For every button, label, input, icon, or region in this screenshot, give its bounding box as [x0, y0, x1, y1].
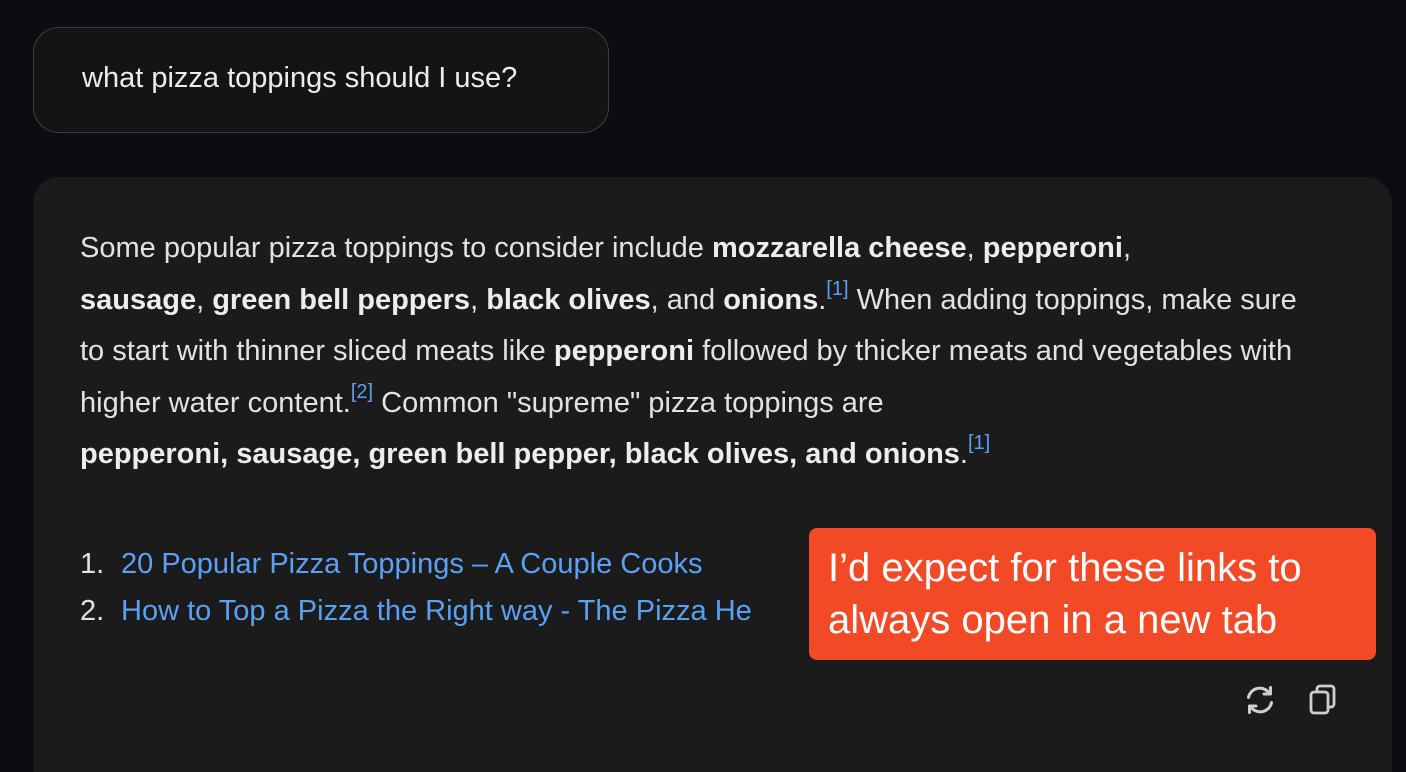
answer-text-segment: ,: [196, 283, 213, 316]
answer-paragraph: Some popular pizza toppings to consider …: [80, 223, 1320, 481]
answer-text-segment: ,: [1122, 232, 1132, 264]
user-message-text: what pizza toppings should I use?: [82, 61, 518, 94]
chat-page: what pizza toppings should I use? Some p…: [0, 0, 1406, 772]
source-item: 2. How to Top a Pizza the Right way - The…: [80, 588, 752, 635]
answer-text-segment: Common "supreme" pizza toppings are: [373, 386, 884, 419]
answer-text-segment: Some popular pizza toppings to consider …: [80, 232, 712, 264]
annotation-line-1: I’d expect for these links to: [828, 546, 1302, 590]
source-number: 2.: [80, 595, 105, 627]
answer-bold-term: sausage: [80, 283, 197, 316]
regenerate-button[interactable]: [1243, 683, 1277, 717]
citation-link-2[interactable]: [2]: [351, 381, 373, 403]
source-item: 1. 20 Popular Pizza Toppings – A Couple C…: [80, 541, 752, 588]
citation-link-1-repeat[interactable]: [1]: [968, 432, 990, 454]
answer-bold-term: pepperoni, sausage, green bell pepper, b…: [80, 438, 960, 470]
answer-text-segment: ,: [470, 283, 487, 316]
answer-text-segment: , and: [650, 283, 724, 316]
answer-bold-term: pepperoni: [982, 232, 1123, 264]
annotation-line-2: always open in a new tab: [828, 598, 1278, 642]
source-link-1[interactable]: 20 Popular Pizza Toppings – A Couple Coo…: [121, 548, 702, 580]
sources-list: 1. 20 Popular Pizza Toppings – A Couple C…: [80, 541, 752, 635]
answer-bold-term: black olives: [486, 283, 651, 316]
source-link-2[interactable]: How to Top a Pizza the Right way - The P…: [121, 595, 752, 627]
citation-link-1[interactable]: [1]: [826, 278, 848, 300]
message-actions: [1243, 683, 1340, 717]
answer-bold-term: mozzarella cheese: [711, 232, 967, 264]
user-message-bubble: what pizza toppings should I use?: [33, 27, 609, 133]
answer-bold-term: onions: [723, 283, 819, 316]
answer-text-segment: .: [959, 438, 968, 470]
source-number: 1.: [80, 548, 105, 580]
answer-card: Some popular pizza toppings to consider …: [33, 177, 1392, 772]
copy-icon: [1309, 684, 1336, 715]
answer-bold-term: pepperoni: [553, 335, 695, 367]
feedback-annotation-callout: I’d expect for these links to always ope…: [809, 528, 1376, 660]
answer-text-segment: ,: [966, 232, 983, 264]
answer-bold-term: green bell peppers: [212, 283, 471, 316]
copy-button[interactable]: [1306, 683, 1340, 717]
refresh-icon: [1247, 686, 1273, 714]
